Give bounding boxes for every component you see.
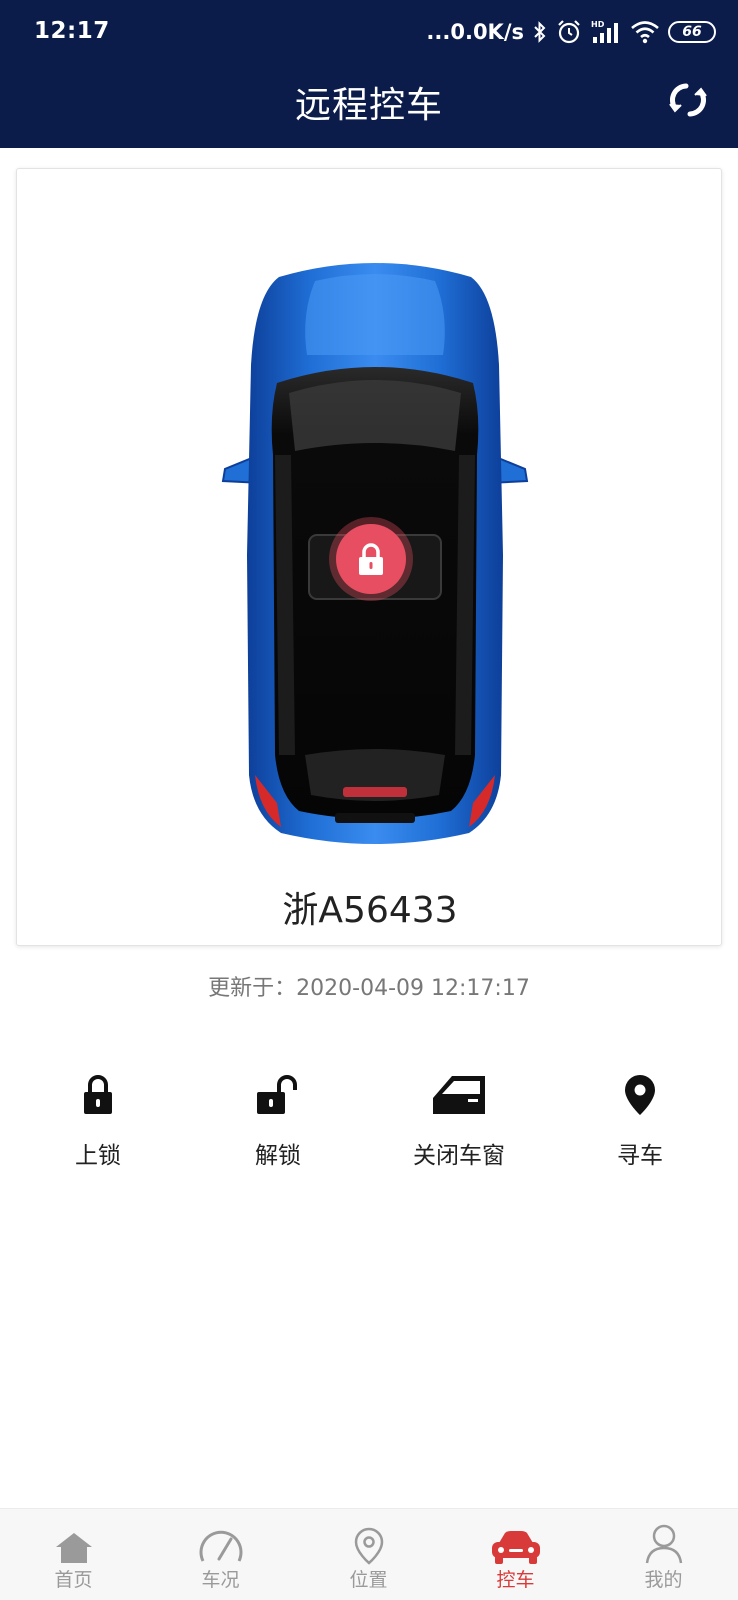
unlock-label: 解锁 [255,1143,301,1169]
car-icon [491,1531,540,1564]
wifi-icon [630,20,660,44]
location-pin-icon [625,1075,655,1115]
hd-signal-icon: HD [590,19,622,45]
license-plate: 浙A56433 [282,890,458,931]
close-windows-label: 关闭车窗 [413,1143,505,1169]
last-updated-text: 更新于：2020-04-09 12:17:17 [208,976,530,1001]
user-icon [645,1524,682,1564]
control-actions: 上锁 解锁 关闭车窗 寻车 [0,1066,738,1176]
refresh-button[interactable] [666,78,710,122]
lock-icon [359,543,383,575]
status-icons: ...0.0K/s HD 66 [426,16,716,48]
car-door-icon [433,1076,485,1114]
alarm-icon [556,19,582,45]
home-icon [55,1533,92,1563]
tab-vehicle-status-label: 车况 [201,1569,240,1591]
find-car-label: 寻车 [617,1143,663,1169]
lock-icon [84,1075,112,1114]
tab-home-label: 首页 [54,1569,93,1591]
lock-status-badge [329,517,413,601]
bottom-tab-bar: 首页 车况 位置 控车 我的 [0,1508,738,1600]
map-pin-icon [354,1527,383,1565]
lock-button[interactable]: 上锁 [28,1066,168,1176]
status-time: 12:17 [34,18,110,44]
top-bar: 12:17 ...0.0K/s HD 66 远程控车 [0,0,738,148]
svg-text:HD: HD [591,20,605,29]
speedometer-icon [199,1530,242,1562]
tab-profile[interactable]: 我的 [590,1509,737,1600]
page-title: 远程控车 [294,85,443,126]
find-car-button[interactable]: 寻车 [570,1066,710,1176]
status-bar: 12:17 ...0.0K/s HD 66 [0,0,738,66]
vehicle-card: 浙A56433 [16,168,722,946]
tab-profile-label: 我的 [644,1569,683,1591]
refresh-icon [669,83,707,117]
bluetooth-icon [532,20,548,44]
tab-home[interactable]: 首页 [0,1509,147,1600]
unlock-icon [257,1075,297,1114]
tab-vehicle-status[interactable]: 车况 [147,1509,294,1600]
close-windows-button[interactable]: 关闭车窗 [389,1066,529,1176]
network-speed: ...0.0K/s [426,20,524,44]
tab-remote-control-label: 控车 [496,1569,535,1591]
tab-location[interactable]: 位置 [295,1509,442,1600]
tab-remote-control[interactable]: 控车 [442,1509,589,1600]
unlock-button[interactable]: 解锁 [208,1066,348,1176]
lock-label: 上锁 [75,1143,121,1169]
tab-location-label: 位置 [349,1569,388,1591]
battery-icon: 66 [668,21,716,43]
